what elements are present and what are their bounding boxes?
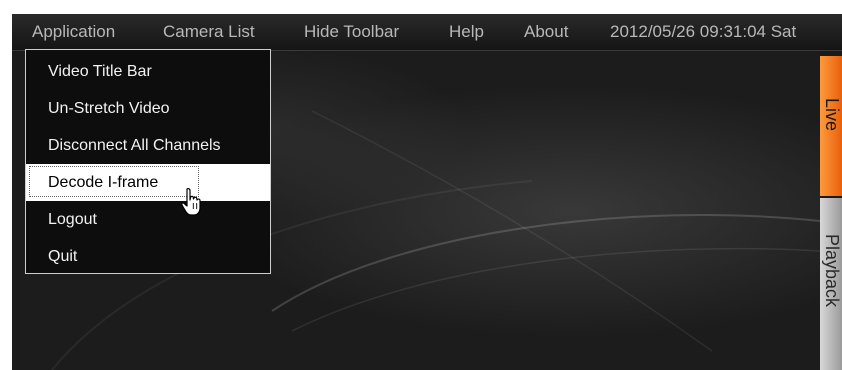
- menu-item-un-stretch-video[interactable]: Un-Stretch Video: [26, 90, 270, 127]
- tab-live[interactable]: Live: [820, 56, 842, 196]
- menu-about[interactable]: About: [524, 14, 568, 50]
- menu-hide-toolbar[interactable]: Hide Toolbar: [304, 14, 399, 50]
- menu-item-logout[interactable]: Logout: [26, 201, 270, 238]
- menu-item-video-title-bar[interactable]: Video Title Bar: [26, 53, 270, 90]
- menu-item-quit[interactable]: Quit: [26, 238, 270, 275]
- menu-application[interactable]: Application: [32, 14, 115, 50]
- menu-item-disconnect-all-channels[interactable]: Disconnect All Channels: [26, 127, 270, 164]
- menu-help[interactable]: Help: [449, 14, 484, 50]
- menu-camera-list[interactable]: Camera List: [163, 14, 255, 50]
- menubar: Application Camera List Hide Toolbar Hel…: [12, 14, 842, 51]
- datetime-display: 2012/05/26 09:31:04 Sat: [610, 22, 797, 41]
- menu-item-decode-iframe[interactable]: Decode I-frame: [26, 164, 270, 201]
- hand-pointer-icon: [181, 188, 201, 216]
- focus-ring: [29, 166, 199, 197]
- application-dropdown-menu: Video Title Bar Un-Stretch Video Disconn…: [25, 49, 271, 274]
- side-tab-bar: Live Playback: [820, 56, 842, 370]
- tab-playback[interactable]: Playback: [820, 198, 842, 370]
